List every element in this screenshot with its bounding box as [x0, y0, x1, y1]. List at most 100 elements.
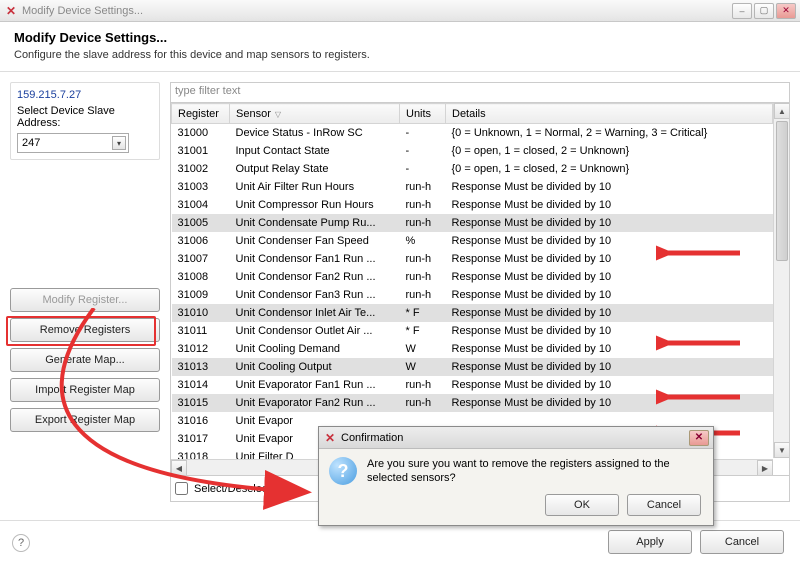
col-sensor[interactable]: Sensor▽ — [230, 104, 400, 124]
cell-details: Response Must be divided by 10 — [446, 376, 773, 394]
app-icon: ✕ — [4, 4, 18, 18]
table-row[interactable]: 31004Unit Compressor Run Hoursrun-hRespo… — [172, 196, 773, 214]
dialog-header: Modify Device Settings... Configure the … — [0, 22, 800, 72]
slave-address-value: 247 — [22, 137, 40, 149]
cell-sensor: Unit Condensor Outlet Air ... — [230, 322, 400, 340]
cell-sensor: Unit Condensor Fan3 Run ... — [230, 286, 400, 304]
cell-reg: 31016 — [172, 412, 230, 430]
sort-indicator-icon: ▽ — [275, 110, 281, 119]
cell-details: Response Must be divided by 10 — [446, 250, 773, 268]
scroll-down-icon[interactable]: ▼ — [774, 442, 789, 458]
cell-reg: 31014 — [172, 376, 230, 394]
col-units[interactable]: Units — [400, 104, 446, 124]
cell-sensor: Unit Condensor Fan2 Run ... — [230, 268, 400, 286]
table-row[interactable]: 31001Input Contact State-{0 = open, 1 = … — [172, 142, 773, 160]
cell-units: run-h — [400, 268, 446, 286]
scroll-thumb[interactable] — [776, 121, 788, 261]
minimize-button[interactable]: – — [732, 3, 752, 19]
cell-details: Response Must be divided by 10 — [446, 196, 773, 214]
modify-register-button[interactable]: Modify Register... — [10, 288, 160, 312]
cell-sensor: Unit Evaporator Fan1 Run ... — [230, 376, 400, 394]
cell-units: run-h — [400, 250, 446, 268]
col-details[interactable]: Details — [446, 104, 773, 124]
generate-map-button[interactable]: Generate Map... — [10, 348, 160, 372]
export-register-map-button[interactable]: Export Register Map — [10, 408, 160, 432]
cell-units: * F — [400, 304, 446, 322]
cell-reg: 31015 — [172, 394, 230, 412]
window-title: Modify Device Settings... — [22, 5, 143, 17]
dialog-title: Confirmation — [341, 432, 403, 444]
table-row[interactable]: 31014Unit Evaporator Fan1 Run ...run-hRe… — [172, 376, 773, 394]
window-titlebar: ✕ Modify Device Settings... – ▢ ✕ — [0, 0, 800, 22]
table-row[interactable]: 31013Unit Cooling OutputWResponse Must b… — [172, 358, 773, 376]
cell-sensor: Unit Cooling Demand — [230, 340, 400, 358]
dialog-ok-button[interactable]: OK — [545, 494, 619, 516]
page-subtitle: Configure the slave address for this dev… — [14, 49, 786, 61]
cell-details: Response Must be divided by 10 — [446, 322, 773, 340]
confirmation-dialog: ✕ Confirmation ✕ ? Are you sure you want… — [318, 426, 714, 526]
cell-reg: 31017 — [172, 430, 230, 448]
cell-sensor: Unit Cooling Output — [230, 358, 400, 376]
cell-reg: 31007 — [172, 250, 230, 268]
table-row[interactable]: 31010Unit Condensor Inlet Air Te...* FRe… — [172, 304, 773, 322]
cell-reg: 31011 — [172, 322, 230, 340]
slave-address-select[interactable]: 247 ▾ — [17, 133, 129, 153]
cell-details: Response Must be divided by 10 — [446, 304, 773, 322]
cell-reg: 31012 — [172, 340, 230, 358]
dialog-close-button[interactable]: ✕ — [689, 430, 709, 446]
close-button[interactable]: ✕ — [776, 3, 796, 19]
register-table-wrap: Register Sensor▽ Units Details 31000Devi… — [171, 103, 789, 475]
cell-units: run-h — [400, 178, 446, 196]
import-register-map-button[interactable]: Import Register Map — [10, 378, 160, 402]
table-row[interactable]: 31008Unit Condensor Fan2 Run ...run-hRes… — [172, 268, 773, 286]
dialog-cancel-button[interactable]: Cancel — [627, 494, 701, 516]
apply-button[interactable]: Apply — [608, 530, 692, 554]
device-ip: 159.215.7.27 — [17, 89, 153, 101]
cell-details: {0 = open, 1 = closed, 2 = Unknown} — [446, 142, 773, 160]
cell-units: run-h — [400, 196, 446, 214]
cell-details: Response Must be divided by 10 — [446, 358, 773, 376]
cell-units: W — [400, 358, 446, 376]
cell-units: run-h — [400, 214, 446, 232]
scroll-up-icon[interactable]: ▲ — [774, 103, 789, 119]
cell-reg: 31010 — [172, 304, 230, 322]
cell-details: {0 = open, 1 = closed, 2 = Unknown} — [446, 160, 773, 178]
table-row[interactable]: 31000Device Status - InRow SC-{0 = Unkno… — [172, 124, 773, 142]
cell-units: W — [400, 340, 446, 358]
table-row[interactable]: 31002Output Relay State-{0 = open, 1 = c… — [172, 160, 773, 178]
cell-sensor: Unit Condenser Fan Speed — [230, 232, 400, 250]
cell-reg: 31000 — [172, 124, 230, 142]
help-icon[interactable]: ? — [12, 534, 30, 552]
table-row[interactable]: 31012Unit Cooling DemandWResponse Must b… — [172, 340, 773, 358]
vertical-scrollbar[interactable]: ▲ ▼ — [773, 103, 789, 458]
scroll-right-icon[interactable]: ▶ — [757, 460, 773, 475]
table-row[interactable]: 31009Unit Condensor Fan3 Run ...run-hRes… — [172, 286, 773, 304]
table-row[interactable]: 31005Unit Condensate Pump Ru...run-hResp… — [172, 214, 773, 232]
cell-units: run-h — [400, 394, 446, 412]
cell-units: run-h — [400, 286, 446, 304]
select-deselect-checkbox[interactable] — [175, 482, 188, 495]
table-row[interactable]: 31011Unit Condensor Outlet Air ...* FRes… — [172, 322, 773, 340]
col-register[interactable]: Register — [172, 104, 230, 124]
table-row[interactable]: 31015Unit Evaporator Fan2 Run ...run-hRe… — [172, 394, 773, 412]
cell-sensor: Input Contact State — [230, 142, 400, 160]
filter-input[interactable]: type filter text — [171, 83, 789, 103]
remove-registers-button[interactable]: Remove Registers — [10, 318, 160, 342]
table-row[interactable]: 31006Unit Condenser Fan Speed%Response M… — [172, 232, 773, 250]
cell-reg: 31003 — [172, 178, 230, 196]
cell-reg: 31005 — [172, 214, 230, 232]
table-row[interactable]: 31007Unit Condensor Fan1 Run ...run-hRes… — [172, 250, 773, 268]
cancel-button[interactable]: Cancel — [700, 530, 784, 554]
cell-details: Response Must be divided by 10 — [446, 286, 773, 304]
scroll-left-icon[interactable]: ◀ — [171, 460, 187, 475]
cell-sensor: Unit Evaporator Fan2 Run ... — [230, 394, 400, 412]
cell-details: Response Must be divided by 10 — [446, 268, 773, 286]
slave-address-label: Select Device Slave Address: — [17, 105, 153, 129]
select-deselect-label: Select/Deselect All — [194, 483, 285, 495]
cell-reg: 31006 — [172, 232, 230, 250]
cell-sensor: Unit Air Filter Run Hours — [230, 178, 400, 196]
table-row[interactable]: 31003Unit Air Filter Run Hoursrun-hRespo… — [172, 178, 773, 196]
maximize-button[interactable]: ▢ — [754, 3, 774, 19]
cell-units: - — [400, 124, 446, 142]
cell-reg: 31009 — [172, 286, 230, 304]
